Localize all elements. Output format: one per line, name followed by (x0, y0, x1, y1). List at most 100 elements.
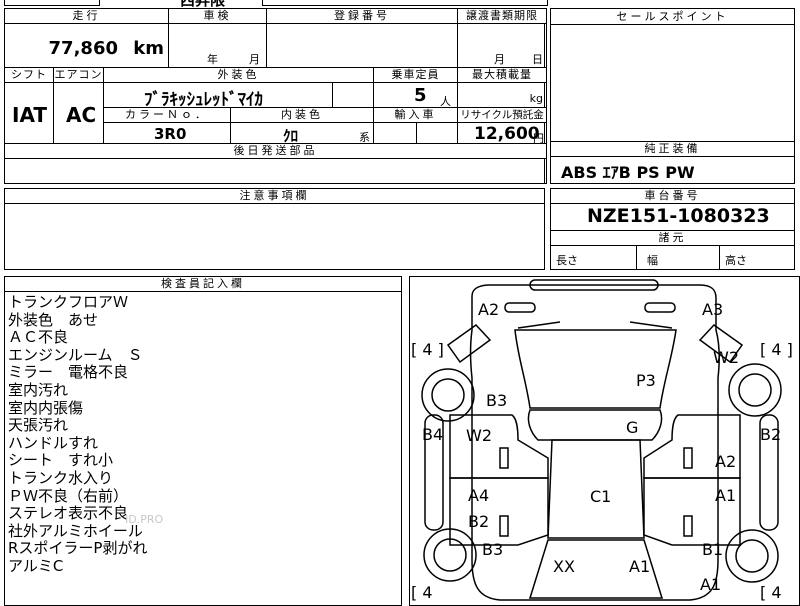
registration-cell (266, 23, 458, 68)
left-rear-door-handle (499, 515, 509, 537)
dimension-width-label: 幅 (647, 254, 658, 267)
chassis-number-label: 車台番号 (550, 188, 795, 204)
mileage-value: 77,860 (48, 38, 118, 59)
later-parts-cell (4, 158, 547, 184)
interior-color-suffix: 系 (359, 131, 370, 144)
damage-label-w2-left-door: W2 (466, 426, 492, 445)
inspector-note-line: トランク水入り (8, 468, 114, 487)
later-parts-label: 後日発送部品 (4, 143, 547, 159)
transfer-deadline-cell: 月 日 (457, 23, 547, 68)
sales-points-box: セールスポイント (550, 8, 795, 146)
damage-label-a1-right-rear-door: A1 (715, 486, 736, 505)
damage-label-a3-top-right: A3 (702, 300, 723, 319)
inspector-note-line: アルミC (8, 556, 64, 575)
capacity-unit: 人 (440, 95, 451, 108)
genuine-equipment-box: 純正装備 ABS ｴｱB PS PW (550, 141, 795, 184)
inspector-note-line: トランクフロアＷ (8, 293, 129, 311)
inspector-notes-list: トランクフロアＷ 外装色 あせ ＡＣ不良 エンジンルーム Ｓ ミラー 電格不良 … (8, 293, 148, 576)
genuine-equipment-value: ABS ｴｱB PS PW (561, 163, 695, 182)
color-no-label: カラーＮｏ． (103, 107, 231, 123)
color-no-cell: 3R0 (103, 122, 231, 144)
recycle-fee-label: リサイクル預託金 (457, 107, 547, 123)
tire-mark-rear-right: [ 4 (760, 583, 782, 602)
front-left-light (504, 302, 536, 313)
max-load-cell: kg (457, 82, 547, 108)
front-right-light (644, 302, 676, 313)
inspector-note-line: ハンドルすれ (8, 433, 99, 452)
exterior-color-extra-cell (332, 82, 374, 108)
rear-right-wheel-inner (735, 539, 769, 573)
notes-label: 注意事項欄 (4, 188, 545, 204)
inspector-note-line: 外装色 あせ (8, 310, 99, 329)
aircon-value: AC (66, 103, 97, 127)
right-rear-door-handle (683, 515, 693, 537)
hood-outline (514, 329, 677, 409)
mileage-unit: km (133, 38, 164, 59)
tire-mark-front-right: [ 4 ] (760, 340, 793, 359)
dimension-length-label: 長さ (556, 254, 578, 267)
damage-label-a2-right-door: A2 (715, 452, 736, 471)
rear-right-wheel (725, 529, 779, 583)
exterior-color-cell: ﾌﾞﾗｷｯｼｭﾚｯﾄﾞﾏｲｶ (103, 82, 333, 108)
damage-label-a2-top-left: A2 (478, 300, 499, 319)
capacity-label: 乗車定員 (373, 67, 458, 83)
damage-label-b1-right-rear-fender: B1 (702, 540, 723, 559)
damage-label-b4-left-side: B4 (422, 425, 443, 444)
chassis-number-value: NZE151-1080323 (587, 205, 770, 227)
exterior-color-label: 外装色 (103, 67, 374, 83)
damage-label-p3-hood: P3 (636, 371, 656, 390)
dimension-height-label: 高さ (725, 254, 747, 267)
notes-box: 注意事項欄 (4, 188, 545, 270)
transfer-deadline-month: 月 (494, 53, 505, 66)
transfer-deadline-day: 日 (532, 53, 543, 66)
front-wiper (517, 321, 673, 329)
left-rear-door (449, 477, 549, 546)
damage-label-a4-left-rear-door: A4 (468, 486, 489, 505)
front-right-wheel (728, 363, 782, 417)
recycle-fee-unit: 円 (533, 132, 544, 144)
tire-mark-front-left: [ 4 ] (411, 340, 444, 359)
import-car-cell-b (416, 122, 458, 144)
interior-color-cell: ｸﾛ 系 (230, 122, 374, 144)
capacity-cell: 5 人 (373, 82, 458, 108)
damage-label-b2-right-side: B2 (760, 425, 781, 444)
inspector-note-line: ＰＷ不良（右前） (8, 486, 129, 505)
car-diagram-box: [ 4 ] [ 4 ] [ 4 [ 4 A2 A3 W2 P3 B3 B4 W2… (409, 276, 800, 606)
damage-label-g-windshield: G (626, 418, 638, 437)
transfer-deadline-label: 譲渡書類期限 (457, 8, 547, 24)
inspector-note-line: RスポイラーP剥がれ (8, 539, 148, 558)
watermark: ID.PRO (125, 513, 164, 526)
registration-label: 登録番号 (266, 8, 458, 24)
right-front-door-handle (683, 447, 693, 469)
recycle-fee-cell: 12,600 円 (457, 122, 547, 144)
inspector-note-line: ＡＣ不良 (8, 328, 69, 347)
damage-label-b2-left-rear-door: B2 (468, 512, 489, 531)
car-body-outline (469, 284, 721, 601)
left-mirror (446, 324, 492, 364)
inspection-cell: 年 月 (168, 23, 267, 68)
damage-label-b3-left-rear-fender: B3 (482, 540, 503, 559)
inspector-note-line: ミラー 電格不良 (8, 363, 129, 382)
front-left-wheel (421, 368, 475, 422)
capacity-value: 5 (414, 85, 427, 106)
recycle-fee-value: 12,600 (474, 124, 540, 144)
inspector-notes-box: 検査員記入欄 トランクフロアＷ 外装色 あせ ＡＣ不良 エンジンルーム Ｓ ミラ… (4, 276, 402, 606)
left-front-door-handle (499, 447, 509, 469)
front-left-wheel-inner (431, 378, 465, 412)
dimension-length-cell: 長さ (550, 245, 637, 270)
genuine-equipment-label: 純正装備 (550, 141, 795, 157)
dimension-height-cell: 高さ (719, 245, 795, 270)
inspection-month: 月 (249, 53, 260, 66)
top-strip-cell (262, 0, 548, 6)
max-load-unit: kg (529, 92, 543, 105)
car-diagram: [ 4 ] [ 4 ] [ 4 [ 4 A2 A3 W2 P3 B3 B4 W2… (411, 279, 793, 602)
damage-label-b3-left-fender: B3 (486, 391, 507, 410)
top-strip-cell (4, 0, 100, 6)
shift-label: シフト (4, 67, 54, 83)
front-right-wheel-inner (738, 373, 772, 407)
damage-label-a1-trunk: A1 (629, 557, 650, 576)
import-car-label: 輸入車 (373, 107, 458, 123)
interior-color-label: 内装色 (230, 107, 374, 123)
color-no-value: 3R0 (154, 125, 187, 143)
shift-value: IAT (12, 103, 48, 127)
